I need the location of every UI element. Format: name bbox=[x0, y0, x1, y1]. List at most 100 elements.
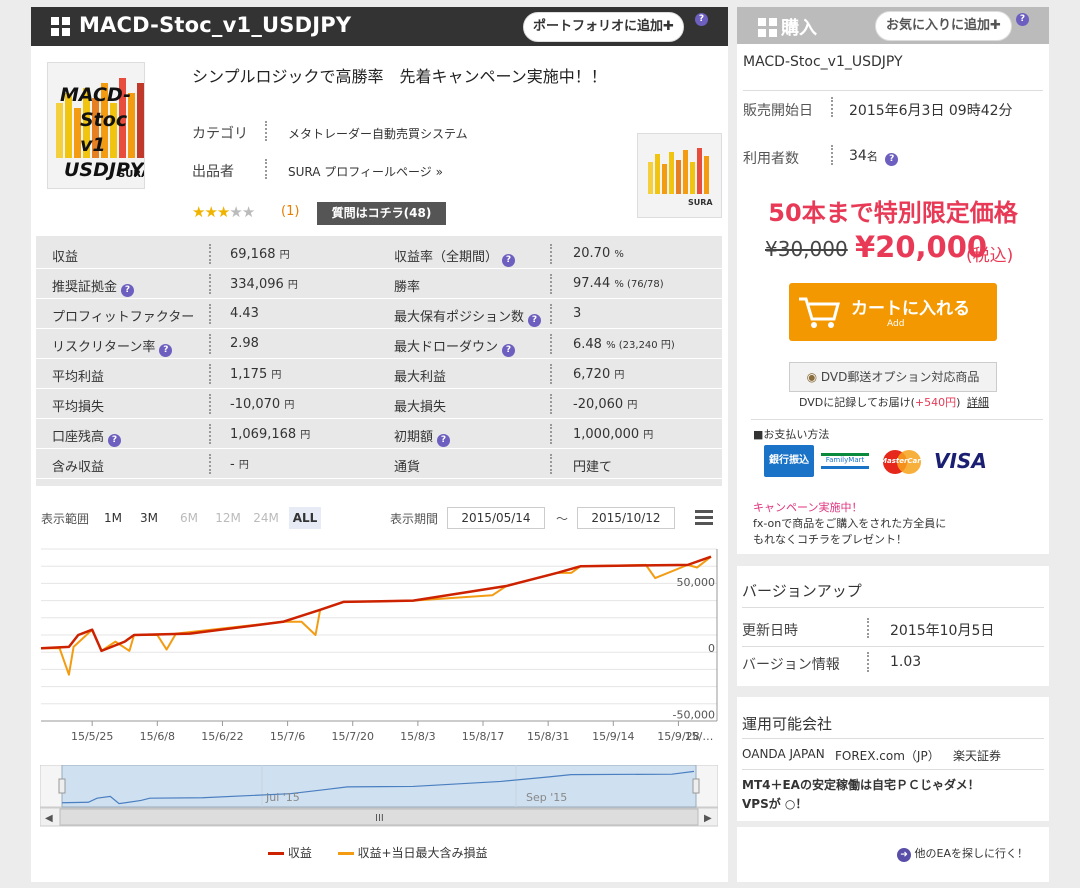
bank-transfer-icon: 銀行振込 bbox=[764, 445, 814, 477]
promo-text: 50本まで特別限定価格 bbox=[768, 199, 1018, 227]
stat-label: 推奨証拠金? bbox=[52, 276, 135, 297]
profit-chart: 50,000 0 -50,000 15/5/25 15/6/8 15/6/22 15/7/6… bbox=[40, 548, 718, 743]
series-profit-line bbox=[40, 555, 712, 653]
tilde: 〜 bbox=[556, 512, 569, 526]
chart-navigator[interactable]: Jul '15 Sep '15 ◀ ▶ III bbox=[40, 765, 718, 827]
seller-link[interactable]: SURA プロフィールページ » bbox=[288, 163, 443, 180]
stat-value: 1,000,000 円 bbox=[573, 427, 654, 442]
scroll-right-icon[interactable]: ▶ bbox=[704, 813, 712, 824]
version-label: バージョン情報 bbox=[742, 657, 840, 673]
rating-count[interactable]: (1) bbox=[281, 204, 299, 219]
dvd-option-button[interactable]: ◉ DVD郵送オプション対応商品 bbox=[789, 362, 997, 392]
stat-row: 平均損失 -10,070 円 最大損失 -20,060 円 bbox=[36, 389, 722, 419]
help-icon[interactable]: ? bbox=[159, 344, 173, 357]
stat-value: 334,096 円 bbox=[230, 277, 298, 292]
question-button[interactable]: 質問はコチラ(48) bbox=[317, 202, 446, 225]
plus-icon: ✚ bbox=[990, 18, 1001, 33]
campaign-title: キャンペーン実施中！ bbox=[753, 501, 863, 514]
range-24m-button[interactable]: 24M bbox=[251, 507, 281, 529]
stat-label: 平均損失 bbox=[52, 400, 105, 415]
star-icon: ★ bbox=[229, 203, 242, 221]
separator bbox=[550, 244, 552, 264]
brokers-panel: 運用可能会社 OANDA JAPAN FOREX.com（JP） 楽天証券 MT… bbox=[737, 697, 1049, 821]
separator bbox=[209, 334, 211, 354]
version-value: 1.03 bbox=[890, 654, 922, 670]
x-tick-label: 15/9/14 bbox=[592, 730, 634, 743]
separator bbox=[831, 97, 833, 117]
product-headline: シンプルロジックで高勝率 先着キャンペーン実施中！！ bbox=[192, 67, 607, 86]
stat-value: 6,720 円 bbox=[573, 367, 625, 382]
x-tick-label: 15/5/25 bbox=[71, 730, 113, 743]
buy-title: 購入 bbox=[781, 18, 817, 39]
stat-value: -10,070 円 bbox=[230, 397, 295, 412]
help-icon[interactable]: ? bbox=[502, 254, 516, 267]
y-tick-label: 0 bbox=[708, 642, 715, 655]
stat-value: - 円 bbox=[230, 457, 249, 472]
other-ea-link[interactable]: ➜ 他のEAを探しに行く！ bbox=[897, 845, 1028, 862]
stat-label: 最大損失 bbox=[394, 400, 447, 415]
stat-label: プロフィットファクター bbox=[52, 310, 195, 325]
help-icon[interactable]: ? bbox=[502, 344, 516, 357]
range-all-button[interactable]: ALL bbox=[289, 507, 321, 529]
stat-label: 平均利益 bbox=[52, 370, 105, 385]
help-icon[interactable]: ? bbox=[528, 314, 542, 327]
stat-row: 含み収益 - 円 通貨 円建て bbox=[36, 449, 722, 479]
separator bbox=[550, 274, 552, 294]
legend-swatch-profit bbox=[268, 852, 284, 855]
navigator-handle-left[interactable] bbox=[58, 778, 66, 794]
familymart-icon: FamilyMart bbox=[821, 453, 869, 469]
stat-value: -20,060 円 bbox=[573, 397, 638, 412]
help-icon[interactable]: ? bbox=[695, 13, 708, 26]
range-12m-button[interactable]: 12M bbox=[213, 507, 243, 529]
tax-label: (税込) bbox=[966, 246, 1014, 266]
stat-label: 最大保有ポジション数? bbox=[394, 306, 542, 327]
dvd-note: DVDに記録してお届け(+540円) 詳細 bbox=[799, 396, 989, 409]
to-date-input[interactable]: 2015/10/12 bbox=[577, 507, 675, 529]
broker-oanda[interactable]: OANDA JAPAN bbox=[742, 747, 825, 761]
x-tick-label: 15/7/20 bbox=[332, 730, 374, 743]
separator bbox=[209, 274, 211, 294]
vps-text-1[interactable]: MT4＋EAの安定稼働は自宅ＰＣじゃダメ！ bbox=[742, 776, 980, 793]
chart-legend: 収益 収益+当日最大含み損益 bbox=[268, 844, 488, 861]
payment-label: ■お支払い方法 bbox=[753, 428, 830, 441]
help-icon[interactable]: ? bbox=[885, 153, 899, 166]
updated-label: 更新日時 bbox=[742, 623, 798, 639]
stat-value: 1,069,168 円 bbox=[230, 427, 311, 442]
cart-label: カートに入れる bbox=[851, 299, 970, 319]
range-1m-button[interactable]: 1M bbox=[100, 507, 126, 529]
dvd-detail-link[interactable]: 詳細 bbox=[967, 396, 989, 409]
buy-product-name: MACD-Stoc_v1_USDJPY bbox=[743, 54, 903, 70]
grid-icon bbox=[51, 17, 70, 36]
separator bbox=[209, 304, 211, 324]
help-icon[interactable]: ? bbox=[437, 434, 451, 447]
broker-forex[interactable]: FOREX.com（JP） bbox=[835, 747, 940, 764]
stat-value: 3 bbox=[573, 306, 582, 321]
vps-text-2[interactable]: VPSが ○！ bbox=[742, 795, 807, 812]
seller-logo: SURA bbox=[637, 133, 722, 218]
x-tick-label: 15/7/6 bbox=[270, 730, 305, 743]
chart-menu-icon[interactable] bbox=[695, 510, 713, 526]
y-tick-label: 50,000 bbox=[677, 576, 716, 589]
broker-rakuten[interactable]: 楽天証券 bbox=[953, 747, 1001, 764]
from-date-input[interactable]: 2015/05/14 bbox=[447, 507, 545, 529]
legend-floating: 収益+当日最大含み損益 bbox=[357, 846, 488, 860]
range-3m-button[interactable]: 3M bbox=[135, 507, 163, 529]
range-6m-button[interactable]: 6M bbox=[175, 507, 203, 529]
scroll-grip-icon[interactable]: III bbox=[375, 813, 384, 824]
period-label: 表示期間 bbox=[390, 512, 439, 526]
help-icon[interactable]: ? bbox=[1016, 13, 1029, 26]
stat-value: 2.98 bbox=[230, 336, 259, 351]
navigator-selection[interactable] bbox=[61, 765, 697, 808]
help-icon[interactable]: ? bbox=[108, 434, 122, 447]
separator bbox=[209, 424, 211, 444]
cart-button[interactable]: カートに入れる Add bbox=[789, 283, 997, 341]
campaign-text-2[interactable]: もれなくコチラをプレゼント！ bbox=[753, 531, 907, 547]
scroll-left-icon[interactable]: ◀ bbox=[45, 813, 53, 824]
add-favorite-button[interactable]: お気に入りに追加✚ bbox=[875, 11, 1012, 41]
navigator-handle-right[interactable] bbox=[692, 778, 700, 794]
version-panel: バージョンアップ 更新日時 2015年10月5日 バージョン情報 1.03 bbox=[737, 566, 1049, 686]
help-icon[interactable]: ? bbox=[121, 284, 135, 297]
stat-label: 最大ドローダウン? bbox=[394, 336, 516, 357]
add-portfolio-button[interactable]: ポートフォリオに追加✚ bbox=[523, 12, 684, 42]
stat-row: 収益 69,168 円 収益率（全期間）? 20.70 % bbox=[36, 239, 722, 269]
